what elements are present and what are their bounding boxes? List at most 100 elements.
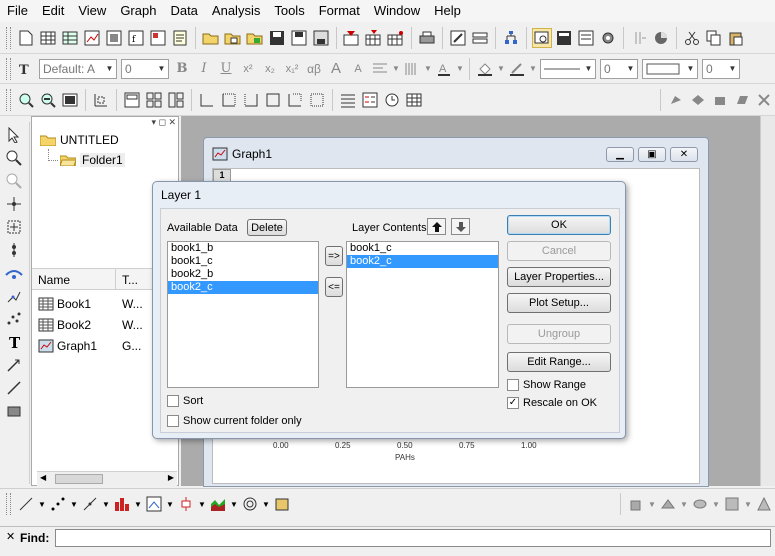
underline-button[interactable]: U	[216, 59, 236, 79]
rescale-on-ok-checkbox[interactable]: ✓ Rescale on OK	[507, 397, 597, 409]
chevron-down-icon[interactable]: ▼	[726, 60, 739, 78]
screen-reader-icon[interactable]	[4, 194, 24, 214]
data-selector-icon[interactable]	[4, 217, 24, 237]
tree-subfolder[interactable]: Folder1	[60, 153, 125, 167]
layer-content-item-selected[interactable]: book2_c	[347, 255, 498, 268]
3d-rotate-icon[interactable]	[666, 90, 686, 110]
column-header-name[interactable]: Name	[32, 269, 116, 289]
chevron-down-icon[interactable]: ▼	[102, 494, 110, 514]
project-explorer-icon[interactable]	[501, 28, 521, 48]
3d-reset-icon[interactable]	[754, 90, 774, 110]
fill-pattern-combo[interactable]: ▼	[642, 58, 698, 79]
font-combo[interactable]: Default: A ▼	[39, 58, 117, 79]
zoom-out-icon[interactable]	[38, 90, 58, 110]
menu-view[interactable]: View	[71, 0, 113, 22]
layer-properties-button[interactable]: Layer Properties...	[507, 267, 611, 287]
toolbar-grip[interactable]	[6, 88, 11, 111]
line-style-combo[interactable]: ▼	[540, 58, 596, 79]
paste-icon[interactable]	[726, 28, 746, 48]
chevron-down-icon[interactable]: ▼	[529, 59, 537, 79]
rectangle-tool-icon[interactable]	[4, 401, 24, 421]
save-window-icon[interactable]	[311, 28, 331, 48]
chevron-down-icon[interactable]: ▼	[262, 494, 270, 514]
tree-root-folder[interactable]: UNTITLED	[40, 133, 119, 147]
menu-format[interactable]: Format	[312, 0, 367, 22]
ungroup-button[interactable]: Ungroup	[507, 324, 611, 344]
zoom-disabled-icon[interactable]	[4, 171, 24, 191]
command-window-icon[interactable]	[576, 28, 596, 48]
zoom-icon[interactable]	[4, 148, 24, 168]
add-layer-grid-icon[interactable]	[144, 90, 164, 110]
area-plot-icon[interactable]	[208, 494, 228, 514]
chevron-down-icon[interactable]: ▼	[134, 494, 142, 514]
chevron-down-icon[interactable]: ▼	[424, 59, 432, 79]
axis-bottom-left-icon[interactable]	[197, 90, 217, 110]
copy-icon[interactable]	[704, 28, 724, 48]
stat-plot-icon[interactable]	[176, 494, 196, 514]
fill-color-icon[interactable]	[475, 59, 495, 79]
rows-icon[interactable]	[338, 90, 358, 110]
chevron-down-icon[interactable]: ▼	[392, 59, 400, 79]
new-project-icon[interactable]	[16, 28, 36, 48]
import-wizard-icon[interactable]	[386, 28, 406, 48]
open-excel-icon[interactable]	[245, 28, 265, 48]
column-plot-icon[interactable]	[112, 494, 132, 514]
new-legend-icon[interactable]	[360, 90, 380, 110]
mask-icon[interactable]	[4, 263, 24, 283]
scroll-right-icon[interactable]: ▶	[168, 473, 174, 482]
3d-skew-icon[interactable]	[732, 90, 752, 110]
font-size-combo[interactable]: 0 ▼	[121, 58, 169, 79]
scroll-left-icon[interactable]: ◀	[40, 473, 46, 482]
axis-dotted-icon[interactable]	[307, 90, 327, 110]
refresh-icon[interactable]	[448, 28, 468, 48]
plot-setup-button[interactable]: Plot Setup...	[507, 293, 611, 313]
workspace-scrollbar[interactable]	[760, 116, 775, 486]
image-plot-icon[interactable]	[722, 494, 742, 514]
chevron-down-icon[interactable]: ▼	[155, 60, 168, 78]
new-graph-icon[interactable]	[82, 28, 102, 48]
add-column-icon[interactable]	[629, 28, 649, 48]
cut-icon[interactable]	[682, 28, 702, 48]
text-tool-icon[interactable]: T	[4, 332, 24, 352]
line-plot-icon[interactable]	[16, 494, 36, 514]
chevron-down-icon[interactable]: ▼	[38, 494, 46, 514]
chevron-down-icon[interactable]: ▼	[744, 494, 752, 514]
chevron-down-icon[interactable]: ▼	[230, 494, 238, 514]
new-matrix-icon[interactable]	[104, 28, 124, 48]
polar-plot-icon[interactable]	[240, 494, 260, 514]
available-data-item[interactable]: book1_c	[168, 255, 318, 268]
axis-top-icon[interactable]	[263, 90, 283, 110]
results-log-icon[interactable]	[532, 27, 552, 48]
pointer-icon[interactable]	[4, 125, 24, 145]
column-header-type[interactable]: T...	[116, 269, 138, 289]
arrow-tool-icon[interactable]	[4, 355, 24, 375]
axis-corner-icon[interactable]	[285, 90, 305, 110]
line-tool-icon[interactable]	[4, 378, 24, 398]
chevron-down-icon[interactable]: ▼	[166, 494, 174, 514]
italic-button[interactable]: I	[194, 59, 214, 79]
chevron-down-icon[interactable]: ▼	[624, 60, 637, 78]
contour-icon[interactable]	[690, 494, 710, 514]
menu-tools[interactable]: Tools	[267, 0, 311, 22]
delete-button[interactable]: Delete	[247, 219, 287, 236]
superscript-button[interactable]: x²	[238, 59, 258, 79]
chevron-down-icon[interactable]: ▼	[648, 494, 656, 514]
available-data-item[interactable]: book1_b	[168, 242, 318, 255]
print-icon[interactable]	[417, 28, 437, 48]
layer-contents-list[interactable]: book1_c book2_c	[346, 241, 499, 388]
toolbar-grip[interactable]	[6, 26, 11, 49]
duplicate-icon[interactable]	[470, 28, 490, 48]
new-worksheet-icon[interactable]	[38, 28, 58, 48]
chevron-down-icon[interactable]: ▼	[582, 60, 595, 78]
explorer-scrollbar[interactable]: ◀ ▶	[37, 471, 177, 486]
multi-panel-icon[interactable]	[144, 494, 164, 514]
pattern-size-combo[interactable]: 0 ▼	[702, 58, 740, 79]
new-layout-icon[interactable]	[148, 28, 168, 48]
ok-button[interactable]: OK	[507, 215, 611, 235]
scatter-points-icon[interactable]	[4, 309, 24, 329]
menu-help[interactable]: Help	[427, 0, 468, 22]
show-current-folder-checkbox[interactable]: Show current folder only	[167, 415, 302, 427]
cancel-button[interactable]: Cancel	[507, 241, 611, 261]
add-table-icon[interactable]	[404, 90, 424, 110]
chevron-down-icon[interactable]: ▼	[103, 60, 116, 78]
